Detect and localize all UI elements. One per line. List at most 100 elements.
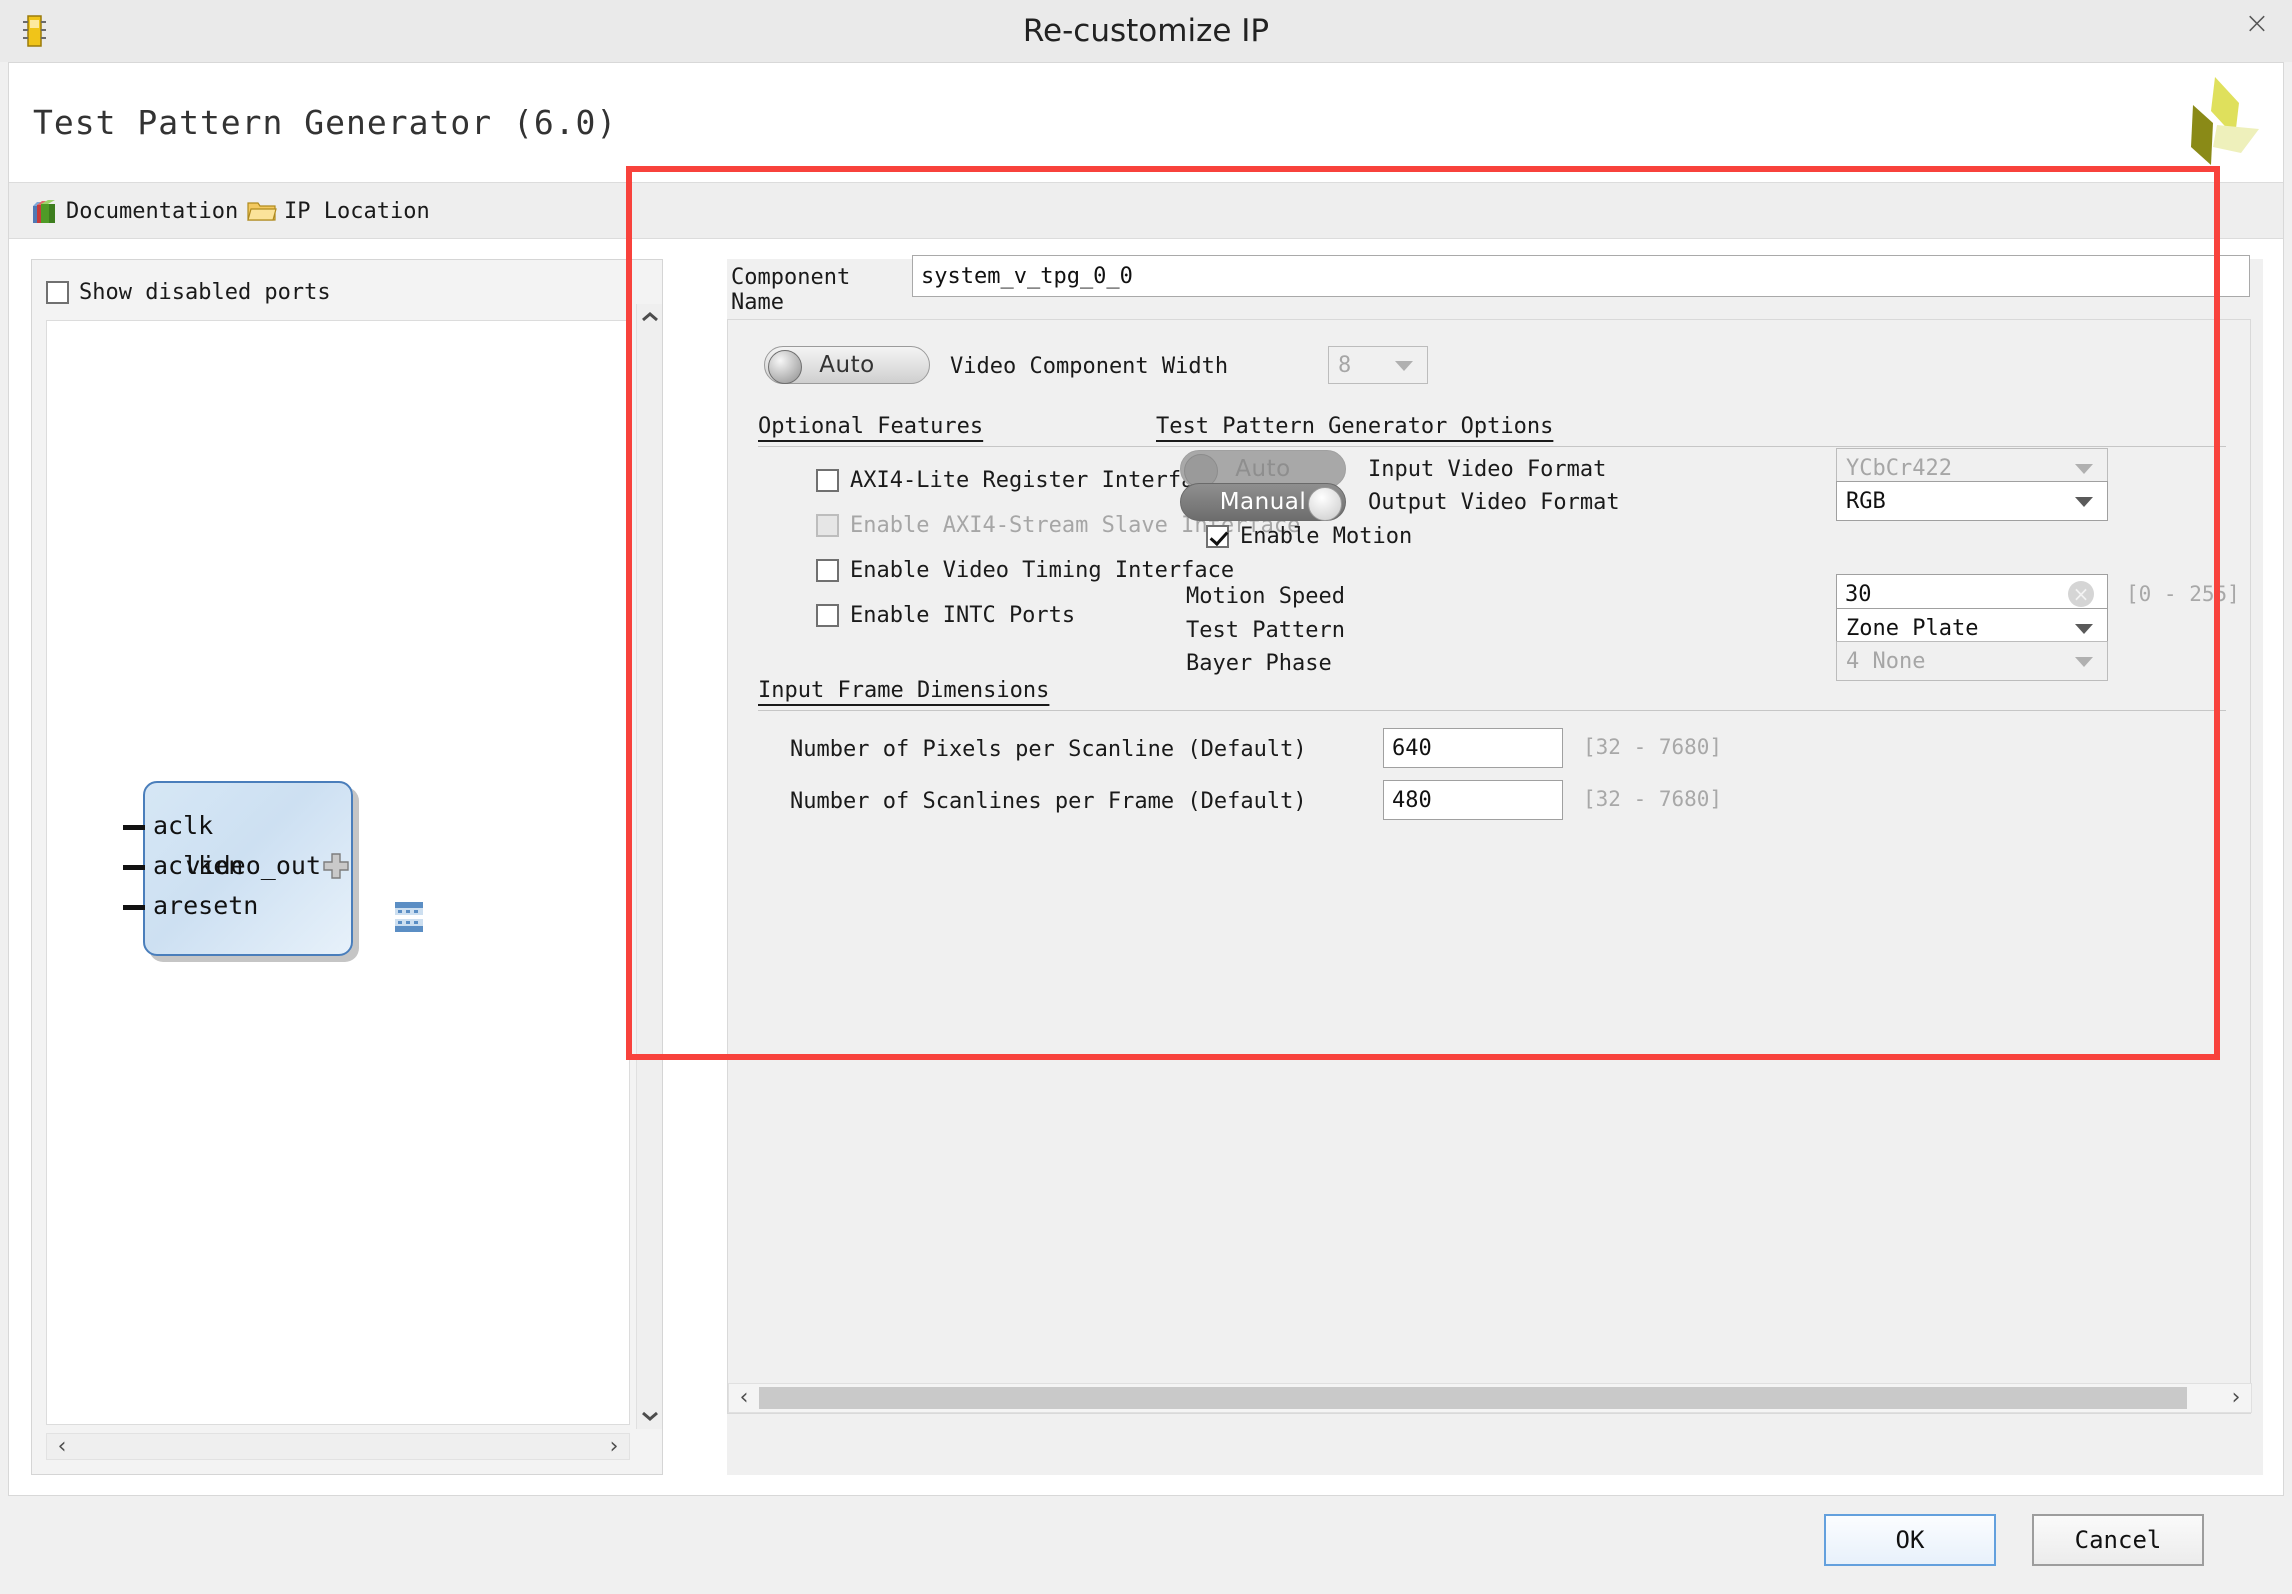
video-out-bus-connector bbox=[395, 901, 423, 935]
scroll-down-icon[interactable] bbox=[637, 1403, 663, 1429]
scroll-up-icon[interactable] bbox=[637, 304, 663, 330]
checkbox-enable-intc-ports[interactable]: Enable INTC Ports bbox=[816, 603, 1075, 628]
scroll-right-icon[interactable]: › bbox=[2222, 1384, 2250, 1412]
motion-speed-label: Motion Speed bbox=[1186, 584, 1345, 609]
documentation-label: Documentation bbox=[66, 198, 239, 224]
input-frame-dimensions-group-header: Input Frame Dimensions bbox=[758, 678, 2226, 711]
checkbox-box bbox=[1206, 525, 1229, 548]
pixels-per-scanline-range: [32 - 7680] bbox=[1583, 735, 1723, 759]
clear-glyph: × bbox=[2072, 582, 2090, 606]
scanlines-per-frame-range: [32 - 7680] bbox=[1583, 787, 1723, 811]
ip-location-label: IP Location bbox=[284, 198, 430, 224]
checkbox-box bbox=[816, 469, 839, 492]
ip-block-symbol: aclk aclken aresetn video_out bbox=[123, 781, 353, 956]
ip-location-link[interactable]: IP Location bbox=[247, 194, 430, 228]
test-pattern-value: Zone Plate bbox=[1846, 615, 1979, 641]
checkbox-axi4lite-register-interface[interactable]: AXI4-Lite Register Interface bbox=[816, 468, 1221, 493]
toggle-knob bbox=[768, 350, 802, 384]
scroll-left-icon[interactable]: ‹ bbox=[49, 1434, 75, 1459]
output-video-format-value: RGB bbox=[1846, 488, 1886, 514]
scroll-right-icon[interactable]: › bbox=[601, 1434, 627, 1459]
folder-icon bbox=[247, 199, 277, 223]
scanlines-per-frame-label: Number of Scanlines per Frame (Default) bbox=[790, 789, 1307, 814]
chevron-right-glyph: › bbox=[2231, 1385, 2241, 1410]
page-title: Test Pattern Generator (6.0) bbox=[33, 103, 618, 142]
pin-aresetn bbox=[123, 905, 145, 910]
left-panel-horizontal-scrollbar[interactable]: ‹ › bbox=[46, 1433, 630, 1460]
checkbox-enable-video-timing-interface[interactable]: Enable Video Timing Interface bbox=[816, 558, 1234, 583]
bayer-phase-label: Bayer Phase bbox=[1186, 651, 1332, 676]
toggle-knob bbox=[1308, 487, 1342, 521]
input-frame-dimensions-title: Input Frame Dimensions bbox=[758, 678, 1050, 703]
pin-aclken bbox=[123, 865, 145, 870]
component-name-label: Component Name bbox=[731, 265, 851, 315]
motion-speed-range: [0 - 255] bbox=[2126, 582, 2240, 606]
chevron-down-icon bbox=[2075, 624, 2093, 634]
port-label-aclk: aclk bbox=[153, 811, 214, 840]
options-card: Auto Video Component Width 8 Optional Fe… bbox=[727, 319, 2252, 1414]
close-icon: × bbox=[2244, 6, 2270, 41]
pixels-per-scanline-input[interactable] bbox=[1383, 728, 1563, 768]
clear-motion-speed-icon[interactable]: × bbox=[2068, 581, 2094, 607]
scanlines-per-frame-input[interactable] bbox=[1383, 780, 1563, 820]
input-video-format-label: Input Video Format bbox=[1368, 457, 1607, 482]
bayer-phase-value: 4 None bbox=[1846, 648, 1926, 674]
checkbox-box bbox=[816, 604, 839, 627]
show-disabled-ports-label: Show disabled ports bbox=[79, 279, 331, 305]
checkbox-label: Enable INTC Ports bbox=[850, 603, 1076, 628]
dialog-footer: OK Cancel bbox=[8, 1496, 2284, 1586]
checkbox-enable-motion[interactable]: Enable Motion bbox=[1206, 524, 1412, 549]
window-title: Re-customize IP bbox=[1022, 13, 1270, 49]
cancel-button[interactable]: Cancel bbox=[2032, 1514, 2204, 1566]
checkbox-box bbox=[816, 559, 839, 582]
tpg-options-group-header: Test Pattern Generator Options bbox=[1156, 414, 2226, 447]
window-title-bar: Re-customize IP × bbox=[0, 0, 2292, 62]
link-bar: Documentation IP Location bbox=[9, 183, 2283, 239]
port-label-video-out: video_out bbox=[185, 851, 321, 880]
left-panel-vertical-scrollbar[interactable] bbox=[636, 304, 662, 1429]
output-video-format-toggle-label: Manual bbox=[1219, 489, 1307, 515]
checkbox-label: Enable Motion bbox=[1240, 524, 1413, 549]
dialog-body: Test Pattern Generator (6.0) Documentati… bbox=[8, 62, 2284, 1496]
port-preview-panel: Show disabled ports aclk aclken aresetn … bbox=[31, 259, 663, 1475]
input-video-format-value: YCbCr422 bbox=[1846, 455, 1952, 481]
close-button[interactable]: × bbox=[2222, 0, 2292, 48]
show-disabled-ports-checkbox[interactable]: Show disabled ports bbox=[46, 274, 331, 310]
options-horizontal-scrollbar[interactable]: ‹ › bbox=[728, 1383, 2252, 1413]
scrollbar-thumb[interactable] bbox=[759, 1387, 2187, 1409]
video-component-width-value: 8 bbox=[1338, 352, 1352, 378]
ip-header: Test Pattern Generator (6.0) bbox=[9, 63, 2283, 183]
documentation-link[interactable]: Documentation bbox=[31, 194, 238, 228]
checkbox-label: Enable Video Timing Interface bbox=[850, 558, 1235, 583]
recustomize-ip-dialog: Re-customize IP × Test Pattern Generator… bbox=[0, 0, 2292, 1594]
chevron-right-glyph: › bbox=[609, 1433, 619, 1459]
video-component-width-toggle[interactable]: Auto bbox=[764, 346, 930, 384]
block-diagram-canvas[interactable]: aclk aclken aresetn video_out bbox=[46, 320, 630, 1425]
options-panel: Component Name Auto Video Component Widt… bbox=[727, 255, 2263, 1475]
output-video-format-dropdown[interactable]: RGB bbox=[1836, 481, 2108, 521]
checkbox-box bbox=[816, 514, 839, 537]
chevron-left-glyph: ‹ bbox=[739, 1385, 749, 1410]
group-divider bbox=[1156, 446, 2226, 447]
tpg-options-title: Test Pattern Generator Options bbox=[1156, 414, 1554, 439]
component-name-input[interactable] bbox=[912, 255, 2250, 297]
optional-features-title: Optional Features bbox=[758, 414, 984, 439]
chevron-down-icon bbox=[2075, 464, 2093, 474]
pixels-per-scanline-label: Number of Pixels per Scanline (Default) bbox=[790, 737, 1307, 762]
chevron-down-icon bbox=[2075, 497, 2093, 507]
xilinx-logo bbox=[2151, 75, 2261, 175]
checkbox-label: AXI4-Lite Register Interface bbox=[850, 468, 1221, 493]
books-icon bbox=[31, 197, 59, 225]
ok-button[interactable]: OK bbox=[1824, 1514, 1996, 1566]
checkbox-box bbox=[46, 280, 69, 304]
video-component-width-toggle-label: Auto bbox=[819, 352, 875, 378]
output-video-format-label: Output Video Format bbox=[1368, 490, 1620, 515]
video-component-width-dropdown[interactable]: 8 bbox=[1328, 346, 1428, 384]
scroll-left-icon[interactable]: ‹ bbox=[730, 1384, 758, 1412]
output-video-format-toggle[interactable]: Manual bbox=[1180, 483, 1346, 521]
group-divider bbox=[758, 710, 2226, 711]
expand-video-out-plus-icon[interactable] bbox=[323, 853, 349, 879]
chevron-down-icon bbox=[2075, 657, 2093, 667]
bayer-phase-dropdown[interactable]: 4 None bbox=[1836, 641, 2108, 681]
port-label-aresetn: aresetn bbox=[153, 891, 259, 920]
